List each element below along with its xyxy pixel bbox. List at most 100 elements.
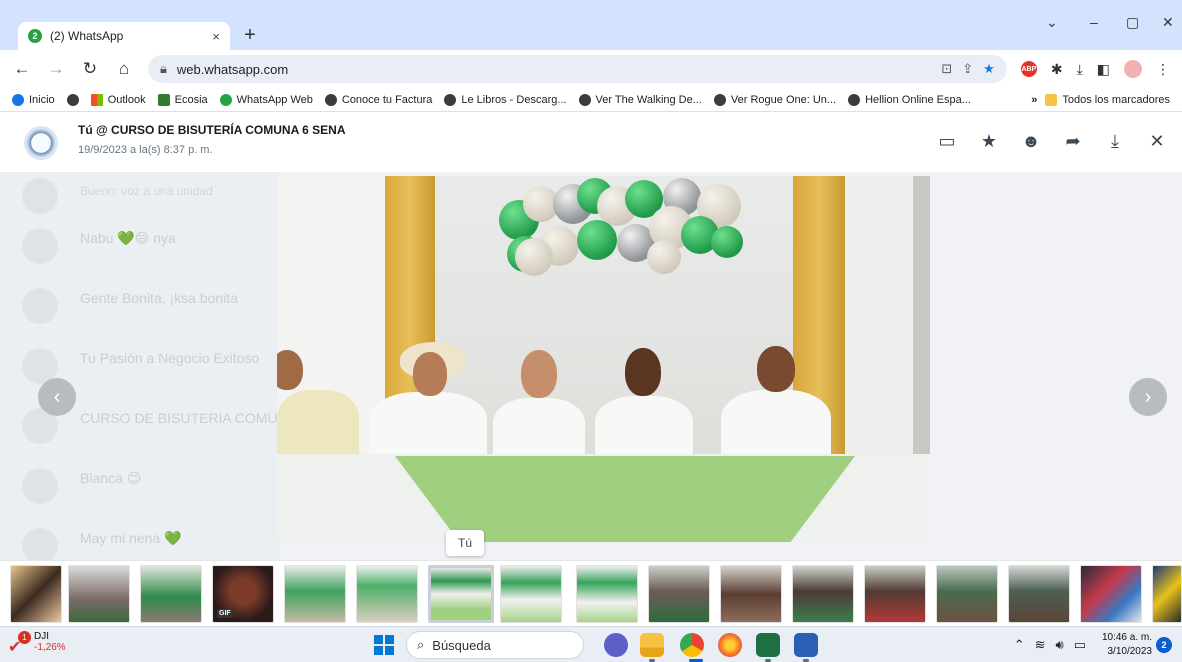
media-thumbnail[interactable] — [576, 565, 638, 623]
media-thumbnail[interactable] — [1080, 565, 1142, 623]
system-tray: ⌃ ≋ 🔊︎ ▭ — [1014, 637, 1086, 653]
media-thumbnail[interactable] — [1008, 565, 1070, 623]
windows-taskbar: ✔ 1 DJI -1,26% ⌕ Búsqueda ⌃ ≋ 🔊︎ ▭ 10:46… — [0, 626, 1182, 662]
wifi-icon[interactable]: ≋ — [1035, 637, 1046, 653]
bookmark-star-icon[interactable]: ★ — [983, 61, 995, 77]
windows-start-icon[interactable] — [374, 635, 394, 655]
bookmark-factura[interactable]: Conoce tu Factura — [324, 93, 433, 106]
minimize-button[interactable]: – — [1090, 14, 1098, 30]
forward-button[interactable]: → — [46, 59, 66, 79]
media-thumbnail[interactable] — [864, 565, 926, 623]
globe-icon — [848, 93, 861, 106]
go-to-message-icon[interactable]: ▭ — [936, 130, 958, 152]
tab-search-chevron-icon[interactable]: ⌄ — [1046, 14, 1058, 31]
media-thumbnail[interactable] — [936, 565, 998, 623]
search-icon: ⌕ — [417, 637, 425, 652]
person-shirt — [277, 390, 359, 460]
bookmark-label: Conoce tu Factura — [341, 93, 433, 106]
download-icon[interactable]: ⤓ — [1104, 130, 1126, 152]
notification-badge[interactable]: 2 — [1156, 637, 1172, 653]
person-head — [625, 348, 661, 396]
media-thumbnail[interactable] — [68, 565, 130, 623]
share-icon[interactable]: ⇪ — [962, 61, 973, 77]
stock-badge: 1 — [18, 631, 31, 644]
clock-date: 3/10/2023 — [1107, 646, 1153, 657]
install-app-icon[interactable]: ⊡ — [941, 61, 952, 77]
next-media-button[interactable]: › — [1129, 378, 1167, 416]
close-icon[interactable]: ✕ — [1146, 130, 1168, 152]
bookmark-label: Ver Rogue One: Un... — [730, 93, 837, 106]
word-icon[interactable] — [794, 633, 818, 657]
tab-whatsapp[interactable]: 2 (2) WhatsApp × — [18, 22, 230, 50]
tab-close-button[interactable]: × — [212, 29, 220, 44]
back-button[interactable]: ← — [12, 59, 32, 79]
profile-avatar[interactable] — [1124, 60, 1142, 78]
avatar — [22, 228, 58, 264]
chat-name: Gente Bonita, ¡ksa bonita — [80, 290, 238, 306]
volume-icon[interactable]: 🔊︎ — [1056, 637, 1064, 653]
firefox-icon[interactable] — [718, 633, 742, 657]
bookmark-blank[interactable] — [66, 93, 79, 106]
home-icon[interactable]: ⌂ — [114, 59, 134, 79]
all-bookmarks-folder[interactable]: Todos los marcadores — [1045, 93, 1170, 106]
bookmark-lelibros[interactable]: Le Libros - Descarg... — [444, 93, 567, 106]
media-thumbnail[interactable] — [720, 565, 782, 623]
media-thumbnail[interactable] — [10, 565, 62, 623]
media-thumbnail[interactable] — [356, 565, 418, 623]
more-bookmarks-button[interactable]: » — [1031, 94, 1037, 106]
person-head — [277, 350, 303, 390]
menu-dots-icon[interactable]: ⋮ — [1156, 61, 1170, 78]
balloon — [577, 220, 617, 260]
thumbnail-tooltip: Tú — [446, 530, 484, 556]
previous-media-button[interactable]: ‹ — [38, 378, 76, 416]
maximize-button[interactable]: ▢ — [1126, 14, 1139, 31]
download-icon[interactable]: ⤓ — [1077, 61, 1083, 78]
globe-icon — [66, 93, 79, 106]
media-thumbnail[interactable] — [792, 565, 854, 623]
clock[interactable]: 10:46 a. m. 3/10/2023 — [1102, 631, 1152, 659]
media-thumbnail[interactable] — [284, 565, 346, 623]
chat-name: Tu Pasión a Negocio Exitoso — [80, 350, 260, 366]
media-thumbnail[interactable] — [1152, 565, 1182, 623]
side-panel-icon[interactable]: ◧ — [1097, 61, 1110, 78]
media-thumbnail[interactable] — [140, 565, 202, 623]
bookmark-ecosia[interactable]: Ecosia — [157, 93, 208, 106]
chrome-icon[interactable] — [680, 633, 704, 657]
stock-widget[interactable]: ✔ 1 DJI -1,26% — [8, 631, 66, 656]
bookmark-inicio[interactable]: Inicio — [12, 93, 55, 106]
chat-app-icon[interactable] — [604, 633, 628, 657]
bookmark-walking-dead[interactable]: Ver The Walking De... — [578, 93, 702, 106]
star-icon[interactable]: ★ — [978, 130, 1000, 152]
media-thumbnail-selected[interactable] — [428, 565, 494, 623]
person-head — [757, 346, 795, 392]
sender-title[interactable]: Tú @ CURSO DE BISUTERÍA COMUNA 6 SENA — [78, 123, 346, 137]
media-thumbnail[interactable] — [500, 565, 562, 623]
bookmark-rogue-one[interactable]: Ver Rogue One: Un... — [713, 93, 837, 106]
address-bar[interactable]: 🔒︎ web.whatsapp.com ⊡ ⇪ ★ — [148, 55, 1007, 83]
thumbnail-strip: GIF — [0, 560, 1182, 626]
reload-button[interactable]: ↻ — [80, 59, 100, 79]
person — [277, 350, 367, 460]
taskbar-search[interactable]: ⌕ Búsqueda — [406, 631, 584, 659]
forward-icon[interactable]: ➦ — [1062, 130, 1084, 152]
bookmark-outlook[interactable]: Outlook — [90, 93, 146, 106]
react-emoji-icon[interactable]: ☻ — [1020, 130, 1042, 152]
chat-name: Nabu 💚😄 nya — [80, 230, 176, 246]
excel-icon[interactable] — [756, 633, 780, 657]
balloon — [711, 226, 743, 258]
person-head — [521, 350, 557, 398]
file-explorer-icon[interactable] — [640, 633, 664, 657]
battery-icon[interactable]: ▭ — [1074, 637, 1086, 653]
bookmark-whatsapp-web[interactable]: WhatsApp Web — [219, 93, 313, 106]
sender-avatar[interactable] — [24, 126, 58, 160]
adblock-icon[interactable]: ABP — [1020, 61, 1037, 77]
close-window-button[interactable]: ✕ — [1162, 14, 1174, 31]
chevron-up-icon[interactable]: ⌃ — [1014, 637, 1025, 653]
media-thumbnail[interactable]: GIF — [212, 565, 274, 623]
lock-icon[interactable]: 🔒︎ — [160, 61, 167, 77]
extensions-icon[interactable]: ✱ — [1051, 61, 1063, 78]
chat-name: Blanca 😊 — [80, 470, 142, 486]
media-thumbnail[interactable] — [648, 565, 710, 623]
new-tab-button[interactable]: + — [238, 24, 262, 47]
bookmark-hellion[interactable]: Hellion Online Espa... — [848, 93, 971, 106]
